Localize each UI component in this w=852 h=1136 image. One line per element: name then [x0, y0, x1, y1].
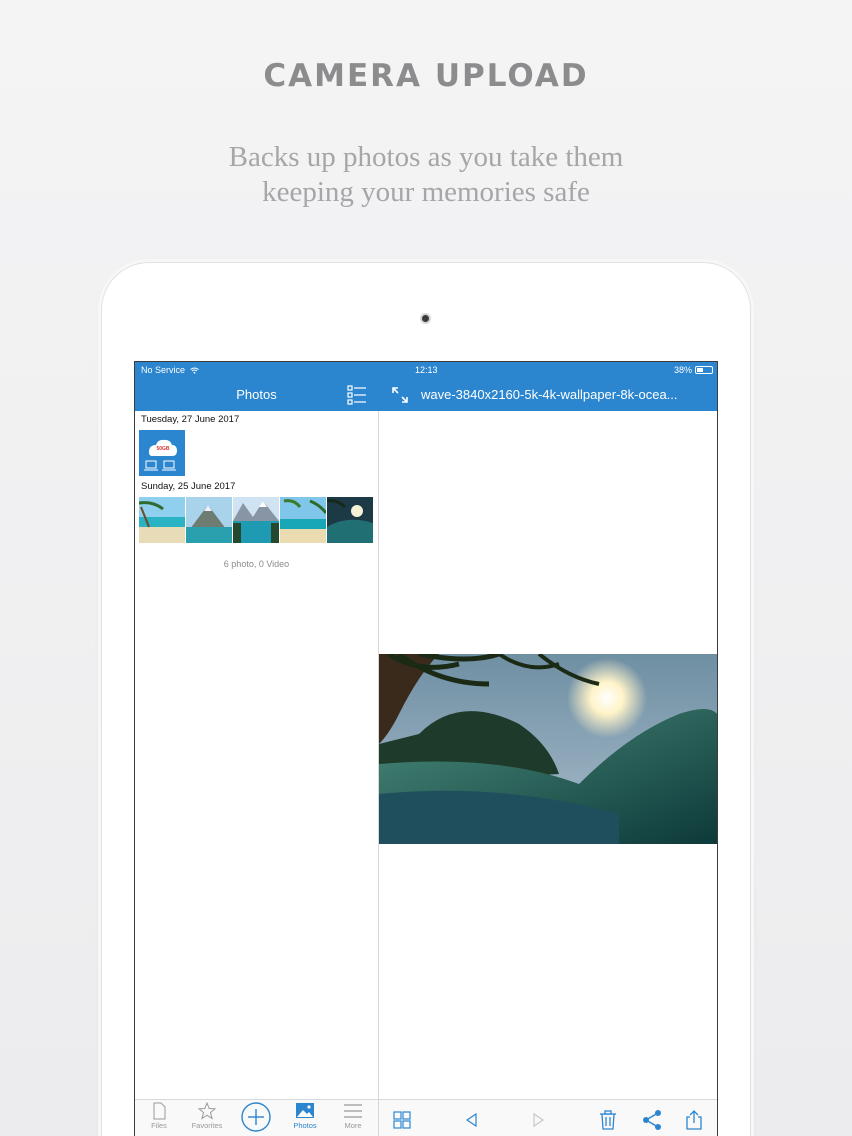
next-icon[interactable]: [527, 1109, 549, 1131]
status-carrier: No Service: [141, 365, 199, 375]
status-bar: No Service 12:13 38%: [135, 362, 717, 379]
photo-viewer-image[interactable]: [379, 651, 717, 844]
trash-icon[interactable]: [597, 1109, 619, 1131]
share-icon[interactable]: [641, 1109, 663, 1131]
tab-bar: Files Favorites Photos More: [135, 1099, 378, 1136]
tab-photos[interactable]: Photos: [285, 1102, 325, 1130]
photo-thumbnail[interactable]: 50GB: [139, 430, 185, 476]
promo-subline-line-2: keeping your memories safe: [262, 176, 590, 208]
list-view-icon[interactable]: [346, 384, 368, 406]
viewer-toolbar: [379, 1099, 717, 1136]
media-count: 6 photo, 0 Video: [223, 559, 290, 569]
file-name-title: wave-3840x2160-5k-4k-wallpaper-8k-ocea..…: [421, 387, 678, 402]
battery-icon: [695, 366, 713, 374]
photo-thumbnail[interactable]: [280, 497, 326, 543]
date-header: Sunday, 25 June 2017: [141, 481, 236, 492]
storage-badge: 50GB: [156, 446, 169, 452]
nav-title: Photos: [236, 387, 277, 402]
grid-icon[interactable]: [391, 1109, 413, 1131]
plus-circle-icon: [236, 1101, 276, 1133]
photo-thumbnail[interactable]: [327, 497, 373, 543]
status-time: 12:13: [415, 365, 438, 375]
date-header: Tuesday, 27 June 2017: [141, 414, 240, 425]
previous-icon[interactable]: [461, 1109, 483, 1131]
viewer-nav-bar: wave-3840x2160-5k-4k-wallpaper-8k-ocea..…: [378, 379, 717, 411]
status-battery: 38%: [674, 365, 713, 375]
promo-subline-line-1: Backs up photos as you take them: [228, 141, 624, 173]
front-camera: [420, 313, 431, 324]
photo-thumbnail[interactable]: [233, 497, 279, 543]
photo-thumbnail[interactable]: [186, 497, 232, 543]
promo-headline: CAMERA UPLOAD: [263, 58, 589, 94]
app-screen: No Service 12:13 38% Photos wave-3840x21…: [134, 361, 718, 1136]
add-button[interactable]: [236, 1101, 276, 1133]
file-icon: [139, 1102, 179, 1120]
star-icon: [187, 1102, 227, 1120]
tab-favorites[interactable]: Favorites: [187, 1102, 227, 1130]
tab-more[interactable]: More: [333, 1102, 373, 1130]
wifi-icon: [188, 365, 199, 375]
promo-subline: Backs up photos as you take them keeping…: [0, 140, 852, 210]
menu-icon: [333, 1102, 373, 1120]
photo-thumbnail[interactable]: [139, 497, 185, 543]
tab-files[interactable]: Files: [139, 1102, 179, 1130]
photos-list: Tuesday, 27 June 2017 50GB Sunday, 25 Ju…: [135, 411, 378, 1099]
image-icon: [285, 1102, 325, 1120]
expand-icon[interactable]: [390, 385, 410, 405]
photos-nav-bar: Photos: [135, 379, 378, 411]
export-icon[interactable]: [683, 1109, 705, 1131]
